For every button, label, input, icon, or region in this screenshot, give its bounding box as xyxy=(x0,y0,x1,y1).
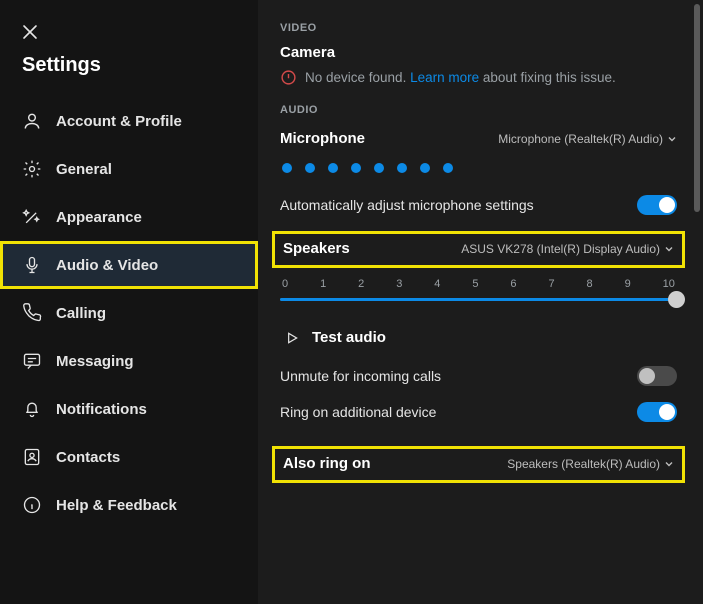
auto-adjust-row: Automatically adjust microphone settings xyxy=(280,187,677,223)
microphone-level-meter xyxy=(280,153,677,187)
also-ring-dropdown[interactable]: Speakers (Realtek(R) Audio) xyxy=(507,457,674,471)
speakers-highlight: Speakers ASUS VK278 (Intel(R) Display Au… xyxy=(272,231,685,268)
settings-title: Settings xyxy=(0,50,258,97)
warning-suffix: about fixing this issue. xyxy=(483,70,616,85)
wand-icon xyxy=(22,207,42,227)
microphone-heading: Microphone xyxy=(280,130,365,147)
sidebar-item-label: Notifications xyxy=(56,401,147,418)
sidebar-item-label: General xyxy=(56,161,112,178)
sidebar-item-label: Messaging xyxy=(56,353,134,370)
ring-additional-label: Ring on additional device xyxy=(280,404,436,420)
ring-additional-row: Ring on additional device xyxy=(280,394,677,430)
auto-adjust-label: Automatically adjust microphone settings xyxy=(280,197,534,213)
speakers-dropdown[interactable]: ASUS VK278 (Intel(R) Display Audio) xyxy=(461,242,674,256)
settings-sidebar: Settings Account & Profile General Appea… xyxy=(0,0,258,604)
video-section-label: VIDEO xyxy=(280,22,677,34)
microphone-dropdown[interactable]: Microphone (Realtek(R) Audio) xyxy=(498,132,677,146)
settings-nav: Account & Profile General Appearance Aud… xyxy=(0,97,258,529)
speakers-row: Speakers ASUS VK278 (Intel(R) Display Au… xyxy=(283,236,674,263)
also-ring-device: Speakers (Realtek(R) Audio) xyxy=(507,457,660,471)
sidebar-item-label: Calling xyxy=(56,305,106,322)
person-icon xyxy=(22,111,42,131)
also-ring-row: Also ring on Speakers (Realtek(R) Audio) xyxy=(283,451,674,478)
chevron-down-icon xyxy=(664,459,674,469)
chevron-down-icon xyxy=(667,134,677,144)
sidebar-item-account[interactable]: Account & Profile xyxy=(0,97,258,145)
info-icon xyxy=(22,495,42,515)
microphone-device: Microphone (Realtek(R) Audio) xyxy=(498,132,663,146)
speaker-volume-slider[interactable]: 012345678910 xyxy=(280,272,677,317)
scrollbar[interactable] xyxy=(694,4,700,212)
warning-text: No device found. xyxy=(305,70,406,85)
slider-ticks: 012345678910 xyxy=(280,278,677,294)
camera-warning: No device found. Learn more about fixing… xyxy=(280,69,677,86)
chevron-down-icon xyxy=(664,244,674,254)
sidebar-item-help[interactable]: Help & Feedback xyxy=(0,481,258,529)
sidebar-item-label: Audio & Video xyxy=(56,257,158,274)
ring-additional-toggle[interactable] xyxy=(637,402,677,422)
microphone-row: Microphone Microphone (Realtek(R) Audio) xyxy=(280,126,677,153)
slider-track[interactable] xyxy=(280,298,677,301)
unmute-toggle[interactable] xyxy=(637,366,677,386)
gear-icon xyxy=(22,159,42,179)
slider-knob[interactable] xyxy=(668,291,685,308)
play-icon xyxy=(284,330,300,346)
sidebar-item-label: Appearance xyxy=(56,209,142,226)
sidebar-item-calling[interactable]: Calling xyxy=(0,289,258,337)
sidebar-item-messaging[interactable]: Messaging xyxy=(0,337,258,385)
learn-more-link[interactable]: Learn more xyxy=(410,70,479,85)
microphone-icon xyxy=(22,255,42,275)
unmute-label: Unmute for incoming calls xyxy=(280,368,441,384)
also-ring-highlight: Also ring on Speakers (Realtek(R) Audio) xyxy=(272,446,685,483)
sidebar-item-general[interactable]: General xyxy=(0,145,258,193)
speakers-heading: Speakers xyxy=(283,240,350,257)
sidebar-item-label: Help & Feedback xyxy=(56,497,177,514)
camera-heading: Camera xyxy=(280,44,677,61)
sidebar-item-appearance[interactable]: Appearance xyxy=(0,193,258,241)
unmute-row: Unmute for incoming calls xyxy=(280,358,677,394)
bell-icon xyxy=(22,399,42,419)
contacts-icon xyxy=(22,447,42,467)
also-ring-heading: Also ring on xyxy=(283,455,371,472)
phone-icon xyxy=(22,303,42,323)
alert-icon xyxy=(280,69,297,86)
test-audio-button[interactable]: Test audio xyxy=(280,317,677,358)
sidebar-item-audio-video[interactable]: Audio & Video xyxy=(0,241,258,289)
audio-section-label: AUDIO xyxy=(280,104,677,116)
slider-fill xyxy=(280,298,677,301)
sidebar-item-notifications[interactable]: Notifications xyxy=(0,385,258,433)
test-audio-label: Test audio xyxy=(312,329,386,346)
chat-icon xyxy=(22,351,42,371)
sidebar-item-contacts[interactable]: Contacts xyxy=(0,433,258,481)
sidebar-item-label: Contacts xyxy=(56,449,120,466)
close-icon[interactable] xyxy=(22,24,236,40)
sidebar-item-label: Account & Profile xyxy=(56,113,182,130)
auto-adjust-toggle[interactable] xyxy=(637,195,677,215)
settings-content: VIDEO Camera No device found. Learn more… xyxy=(258,0,703,604)
speakers-device: ASUS VK278 (Intel(R) Display Audio) xyxy=(461,242,660,256)
